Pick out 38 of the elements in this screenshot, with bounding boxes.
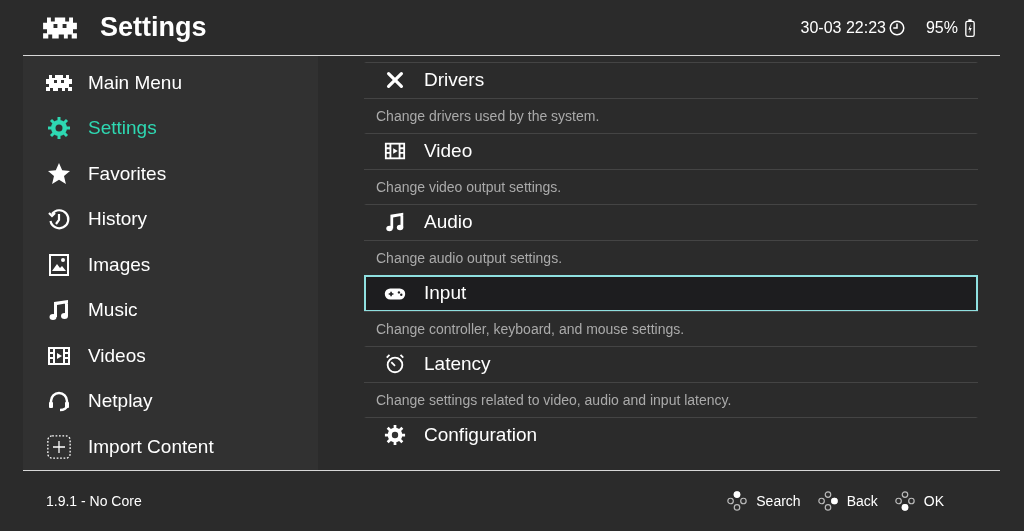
- version-text: 1.9.1 - No Core: [46, 491, 142, 511]
- entry-description: Change audio output settings.: [376, 248, 563, 268]
- menu-entry[interactable]: Input: [364, 275, 978, 312]
- gamepad-buttons-icon: [816, 490, 839, 512]
- music-icon: [384, 211, 406, 233]
- menu-entry[interactable]: Latency: [364, 346, 978, 383]
- battery-text: 95%: [925, 17, 958, 38]
- add-icon: [45, 434, 73, 459]
- gear-icon: [384, 424, 406, 446]
- gamepad-buttons-icon: [893, 490, 916, 512]
- clock-text: 30-03 22:23: [800, 17, 886, 38]
- entry-description: Change settings related to video, audio and input latency.: [376, 390, 732, 410]
- gear-icon: [45, 116, 73, 141]
- menu-entry[interactable]: Drivers: [364, 62, 978, 99]
- entry-description: Change video output settings.: [376, 177, 562, 197]
- sidebar-item[interactable]: Videos: [23, 333, 318, 379]
- entry-description: Change controller, keyboard, and mouse settings.: [376, 319, 685, 339]
- battery-icon: [964, 18, 976, 39]
- footer-action[interactable]: OK: [893, 490, 944, 512]
- gamepad-buttons-icon: [726, 490, 749, 512]
- entry-description: Change drivers used by the system.: [376, 106, 600, 126]
- sidebar-item[interactable]: Settings: [23, 105, 318, 151]
- menu-entry[interactable]: Audio: [364, 204, 978, 241]
- menu-entry[interactable]: Configuration: [364, 417, 978, 454]
- sidebar-item[interactable]: History: [23, 196, 318, 242]
- sidebar-item[interactable]: Images: [23, 242, 318, 288]
- sidebar-item[interactable]: Import Content: [23, 424, 318, 470]
- sidebar-item[interactable]: Netplay: [23, 378, 318, 424]
- clock-icon: [887, 19, 906, 38]
- film-icon: [384, 140, 406, 162]
- sidebar-item[interactable]: Music: [23, 287, 318, 333]
- sidebar-item[interactable]: Main Menu: [23, 60, 318, 106]
- alarm-icon: [384, 353, 406, 375]
- page-title: Settings: [100, 11, 207, 45]
- sidebar-item[interactable]: Favorites: [23, 151, 318, 197]
- footer-action[interactable]: Search: [726, 490, 801, 512]
- menu-entry[interactable]: Video: [364, 133, 978, 170]
- footer-action[interactable]: Back: [816, 490, 878, 512]
